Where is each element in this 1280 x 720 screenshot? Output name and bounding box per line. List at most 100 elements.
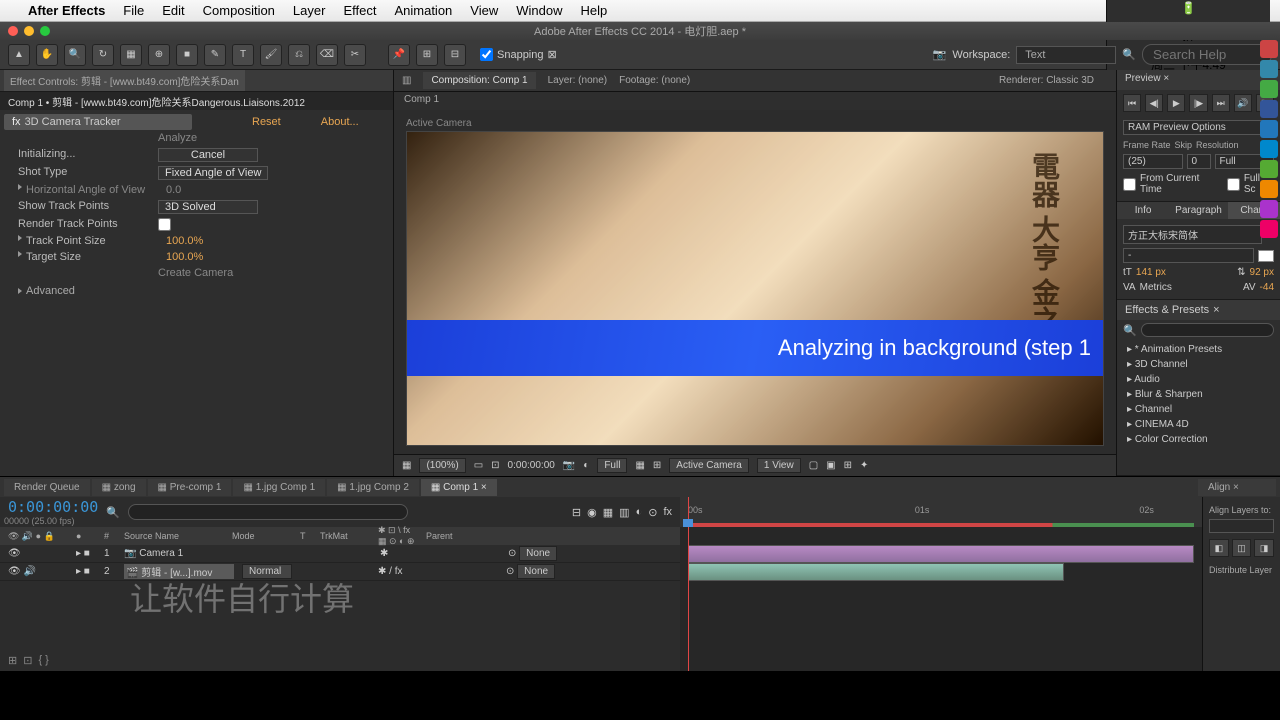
camera-icon[interactable]: 📷 bbox=[563, 460, 575, 471]
dock-icon-8[interactable] bbox=[1260, 180, 1278, 198]
last-frame-button[interactable]: ⏭ bbox=[1212, 94, 1230, 112]
live-icon[interactable]: 📷 bbox=[933, 48, 947, 61]
eraser-tool[interactable]: ⌫ bbox=[316, 44, 338, 66]
dock-icon-7[interactable] bbox=[1260, 160, 1278, 178]
comp-dd-icon[interactable]: ▥ bbox=[402, 75, 411, 86]
reset-link[interactable]: Reset bbox=[252, 116, 281, 128]
tab-layer[interactable]: Layer: (none) bbox=[548, 75, 607, 86]
roto-tool[interactable]: ✂ bbox=[344, 44, 366, 66]
pen-tool[interactable]: ✎ bbox=[204, 44, 226, 66]
tl-search-input[interactable] bbox=[128, 504, 408, 520]
tl-btn6[interactable]: ⊙ bbox=[648, 506, 657, 519]
dock-icon-9[interactable] bbox=[1260, 200, 1278, 218]
tl-toggle3[interactable]: { } bbox=[38, 654, 48, 667]
show-tp-dropdown[interactable]: 3D Solved bbox=[158, 200, 258, 214]
clone-tool[interactable]: ⎌ bbox=[288, 44, 310, 66]
layer-bar-2[interactable] bbox=[688, 563, 1064, 581]
dock-icon-2[interactable] bbox=[1260, 60, 1278, 78]
tab-precomp[interactable]: ▦ Pre-comp 1 bbox=[148, 479, 232, 496]
snapping-checkbox[interactable] bbox=[480, 48, 493, 61]
vp-icon5[interactable]: ⊞ bbox=[653, 460, 661, 471]
close-button[interactable] bbox=[8, 26, 18, 36]
tl-btn7[interactable]: fx bbox=[663, 506, 672, 519]
vp-icon4[interactable]: ▦ bbox=[635, 460, 644, 471]
tl-toggle1[interactable]: ⊞ bbox=[8, 654, 17, 667]
tab-1jpg1[interactable]: ▦ 1.jpg Comp 1 bbox=[233, 479, 325, 496]
camera-dropdown[interactable]: Active Camera bbox=[669, 458, 749, 473]
layer-row-1[interactable]: 👁 ▸ ■ 1 📷 Camera 1 ✱ ⊙ None bbox=[0, 545, 680, 563]
brush-tool[interactable]: 🖌 bbox=[260, 44, 282, 66]
align-right[interactable]: ◨ bbox=[1254, 539, 1274, 557]
effect-header[interactable]: fx3D Camera Tracker bbox=[4, 114, 192, 130]
play-button[interactable]: ▶ bbox=[1167, 94, 1185, 112]
tab-1jpg2[interactable]: ▦ 1.jpg Comp 2 bbox=[327, 479, 419, 496]
timeline-track-area[interactable]: 00s 01s 02s bbox=[680, 497, 1202, 671]
zoom-button[interactable] bbox=[40, 26, 50, 36]
font-style-dropdown[interactable]: - bbox=[1123, 248, 1254, 263]
vp-time[interactable]: 0:00:00:00 bbox=[508, 460, 555, 471]
fullsc-checkbox[interactable] bbox=[1227, 178, 1240, 191]
col-source[interactable]: Source Name bbox=[124, 531, 224, 541]
timecode[interactable]: 0:00:00:00 bbox=[8, 498, 98, 516]
tab-zong[interactable]: ▦ zong bbox=[92, 479, 146, 496]
quality-dropdown[interactable]: Full bbox=[597, 458, 627, 473]
dock-icon-10[interactable] bbox=[1260, 220, 1278, 238]
align-hcenter[interactable]: ◫ bbox=[1232, 539, 1252, 557]
tab-paragraph[interactable]: Paragraph bbox=[1169, 202, 1228, 219]
metrics-dropdown[interactable]: Metrics bbox=[1140, 282, 1172, 293]
tl-btn2[interactable]: ◉ bbox=[587, 506, 597, 519]
menu-effect[interactable]: Effect bbox=[343, 3, 376, 18]
menu-file[interactable]: File bbox=[123, 3, 144, 18]
menu-edit[interactable]: Edit bbox=[162, 3, 184, 18]
tab-align[interactable]: Align × bbox=[1198, 479, 1276, 496]
layer-row-2[interactable]: 👁 🔊 ▸ ■ 2 🎬 剪辑 - [w...].mov Normal ✱ / f… bbox=[0, 563, 680, 581]
tab-footage[interactable]: Footage: (none) bbox=[619, 75, 690, 86]
shape-tool[interactable]: ■ bbox=[176, 44, 198, 66]
views-dropdown[interactable]: 1 View bbox=[757, 458, 801, 473]
tab-info[interactable]: Info bbox=[1117, 202, 1169, 219]
app-name[interactable]: After Effects bbox=[28, 3, 105, 18]
tps-value[interactable]: 100.0% bbox=[166, 235, 203, 247]
dock-icon-3[interactable] bbox=[1260, 80, 1278, 98]
font-size[interactable]: 141 px bbox=[1136, 267, 1166, 278]
dock-icon-1[interactable] bbox=[1260, 40, 1278, 58]
advanced-toggle[interactable] bbox=[18, 288, 22, 294]
tab-composition[interactable]: Composition: Comp 1 bbox=[423, 72, 535, 89]
composition-viewport[interactable]: Analyzing in background (step 1 bbox=[406, 131, 1104, 446]
skip-dropdown[interactable]: 0 bbox=[1187, 154, 1211, 169]
next-frame-button[interactable]: |▶ bbox=[1189, 94, 1207, 112]
audio-button[interactable]: 🔊 bbox=[1234, 94, 1252, 112]
selection-tool[interactable]: ▲ bbox=[8, 44, 30, 66]
effect-controls-tab[interactable]: Effect Controls: 剪辑 - [www.bt49.com]危险关系… bbox=[0, 70, 393, 92]
ep-item-animation-presets[interactable]: ▸ * Animation Presets bbox=[1117, 342, 1280, 357]
vp-icon3[interactable]: ◐ bbox=[583, 460, 589, 471]
menu-view[interactable]: View bbox=[470, 3, 498, 18]
ep-item-blur[interactable]: ▸ Blur & Sharpen bbox=[1117, 387, 1280, 402]
tl-btn3[interactable]: ▦ bbox=[603, 506, 613, 519]
tab-render-queue[interactable]: Render Queue bbox=[4, 479, 90, 496]
ep-item-cinema4d[interactable]: ▸ CINEMA 4D bbox=[1117, 417, 1280, 432]
vp-menu-icon[interactable]: ▦ bbox=[402, 460, 411, 471]
search-help-input[interactable] bbox=[1142, 44, 1272, 65]
tab-comp1[interactable]: ▦ Comp 1 × bbox=[421, 479, 497, 496]
align-to-dropdown[interactable] bbox=[1209, 519, 1274, 533]
ram-preview-dropdown[interactable]: RAM Preview Options bbox=[1123, 120, 1274, 135]
zoom-tool[interactable]: 🔍 bbox=[64, 44, 86, 66]
camera-tool[interactable]: ▦ bbox=[120, 44, 142, 66]
ep-item-color[interactable]: ▸ Color Correction bbox=[1117, 432, 1280, 447]
menu-help[interactable]: Help bbox=[580, 3, 607, 18]
menu-window[interactable]: Window bbox=[516, 3, 562, 18]
snap1[interactable]: ⊞ bbox=[416, 44, 438, 66]
menu-composition[interactable]: Composition bbox=[203, 3, 275, 18]
ep-item-3d-channel[interactable]: ▸ 3D Channel bbox=[1117, 357, 1280, 372]
comp-breadcrumb[interactable]: Comp 1 bbox=[394, 92, 1116, 110]
dock-icon-5[interactable] bbox=[1260, 120, 1278, 138]
first-frame-button[interactable]: ⏮ bbox=[1123, 94, 1141, 112]
dock-icon-6[interactable] bbox=[1260, 140, 1278, 158]
ep-search-input[interactable] bbox=[1141, 323, 1274, 337]
pan-behind-tool[interactable]: ⊕ bbox=[148, 44, 170, 66]
rotate-tool[interactable]: ↻ bbox=[92, 44, 114, 66]
menu-layer[interactable]: Layer bbox=[293, 3, 326, 18]
fill-color[interactable] bbox=[1258, 250, 1274, 262]
from-current-checkbox[interactable] bbox=[1123, 178, 1136, 191]
